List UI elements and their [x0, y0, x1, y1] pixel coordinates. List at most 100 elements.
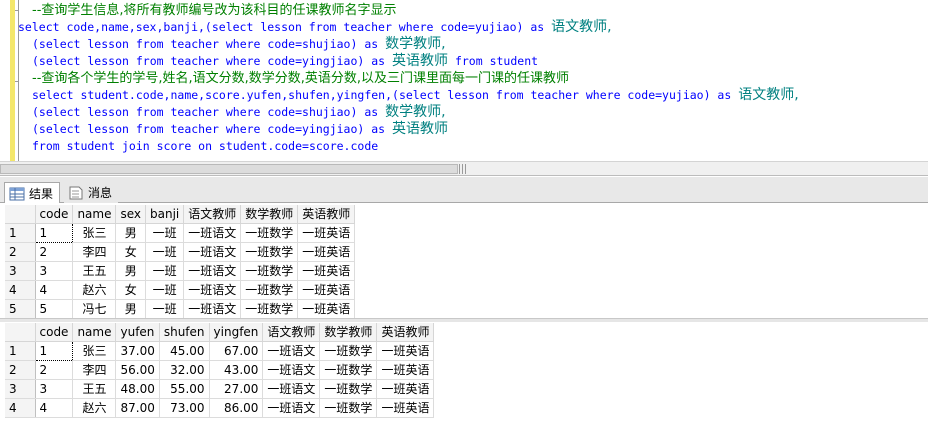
table-row[interactable]: 4 4 赵六 87.00 73.00 86.00 一班语文 一班数学 一班英语 [5, 398, 435, 418]
result-grid-scores[interactable]: code name yufen shufen yingfen 语文教师 数学教师 英语教师 1 1… [5, 323, 435, 418]
grid-cell[interactable]: 一班语文 [183, 280, 242, 300]
row-number[interactable]: 2 [5, 242, 36, 262]
grid-cell[interactable]: 73.00 [159, 398, 210, 418]
column-header[interactable]: 语文教师 [183, 205, 242, 224]
grid-cell[interactable]: 一班英语 [376, 341, 435, 361]
grid-cell[interactable]: 一班语文 [183, 242, 242, 262]
grid-cell[interactable]: 女 [115, 280, 147, 300]
splitter-grip[interactable] [459, 164, 468, 174]
column-header[interactable]: 语文教师 [262, 323, 321, 342]
grid-cell[interactable]: 一班 [145, 280, 185, 300]
grid-cell[interactable]: 男 [115, 299, 147, 319]
table-row[interactable]: 1 1 张三 37.00 45.00 67.00 一班语文 一班数学 一班英语 [5, 340, 435, 361]
row-number[interactable]: 3 [5, 261, 36, 281]
column-header[interactable]: yingfen [209, 323, 264, 342]
grid-cell[interactable]: 4 [35, 398, 74, 418]
grid-cell[interactable]: 67.00 [209, 341, 264, 361]
grid-cell[interactable]: 女 [115, 242, 147, 262]
grid-cell[interactable]: 一班英语 [297, 242, 356, 262]
grid-cell[interactable]: 1 [34, 222, 74, 243]
grid-cell[interactable]: 一班语文 [262, 341, 321, 361]
row-number[interactable]: 4 [5, 280, 36, 300]
grid-cell[interactable]: 一班英语 [297, 261, 356, 281]
column-header[interactable]: banji [145, 205, 185, 224]
grid-cell[interactable]: 冯七 [72, 299, 117, 319]
table-row[interactable]: 3 3 王五 48.00 55.00 27.00 一班语文 一班数学 一班英语 [5, 379, 435, 399]
grid-cell[interactable]: 5 [35, 299, 74, 319]
grid-corner[interactable] [5, 205, 36, 224]
column-header[interactable]: 数学教师 [240, 205, 299, 224]
table-row[interactable]: 5 5 冯七男一班 一班语文 一班数学 一班英语 [5, 299, 356, 319]
grid-cell[interactable]: 一班语文 [262, 360, 321, 380]
grid-cell[interactable]: 一班数学 [240, 299, 299, 319]
row-number[interactable]: 3 [5, 379, 36, 399]
grid-cell[interactable]: 一班数学 [319, 360, 378, 380]
tab-messages[interactable]: 消息 [64, 182, 119, 203]
grid-cell[interactable]: 一班语文 [183, 223, 242, 243]
grid-cell[interactable]: 赵六 [72, 398, 117, 418]
grid-cell[interactable]: 一班语文 [183, 261, 242, 281]
column-header[interactable]: name [72, 205, 117, 224]
grid-cell[interactable]: 王五 [72, 261, 117, 281]
tab-results[interactable]: 结果 [4, 182, 61, 204]
grid-cell[interactable]: 43.00 [209, 360, 264, 380]
scrollbar-thumb[interactable] [0, 164, 458, 174]
grid-cell[interactable]: 张三 [72, 341, 117, 361]
row-number[interactable]: 4 [5, 398, 36, 418]
grid-cell[interactable]: 2 [35, 242, 74, 262]
editor-horizontal-scrollbar[interactable] [0, 161, 928, 176]
grid-cell[interactable]: 86.00 [209, 398, 264, 418]
result-grid-students[interactable]: code name sex banji 语文教师 数学教师 英语教师 1 1 张三男一班 一班语文一… [5, 205, 356, 319]
grid-cell[interactable]: 男 [115, 261, 147, 281]
grid-cell[interactable]: 4 [35, 280, 74, 300]
grid-cell[interactable]: 一班数学 [240, 280, 299, 300]
grid-cell[interactable]: 一班英语 [376, 360, 435, 380]
grid-corner[interactable] [5, 323, 36, 342]
grid-cell[interactable]: 3 [35, 379, 74, 399]
row-number[interactable]: 1 [5, 341, 36, 361]
grid-cell[interactable]: 一班 [145, 242, 185, 262]
column-header[interactable]: 英语教师 [376, 323, 435, 342]
grid-cell[interactable]: 一班 [145, 261, 185, 281]
grid-cell[interactable]: 一班语文 [262, 379, 321, 399]
column-header[interactable]: code [35, 205, 74, 224]
grid-cell[interactable]: 45.00 [159, 341, 210, 361]
grid-cell[interactable]: 一班 [145, 223, 185, 243]
grid-cell[interactable]: 一班英语 [297, 223, 356, 243]
grid-cell[interactable]: 一班数学 [319, 398, 378, 418]
grid-cell[interactable]: 李四 [72, 242, 117, 262]
grid-cell[interactable]: 一班数学 [240, 261, 299, 281]
grid-cell[interactable]: 一班语文 [183, 299, 242, 319]
grid-cell[interactable]: 一班数学 [319, 379, 378, 399]
grid-cell[interactable]: 48.00 [115, 379, 160, 399]
grid-cell[interactable]: 一班英语 [297, 280, 356, 300]
column-header[interactable]: 数学教师 [319, 323, 378, 342]
column-header[interactable]: name [72, 323, 117, 342]
grid-cell[interactable]: 3 [35, 261, 74, 281]
table-row[interactable]: 2 2 李四 56.00 32.00 43.00 一班语文 一班数学 一班英语 [5, 360, 435, 380]
grid-cell[interactable]: 张三 [72, 223, 117, 243]
grid-cell[interactable]: 一班数学 [240, 242, 299, 262]
column-header[interactable]: shufen [159, 323, 210, 342]
grid-cell[interactable]: 32.00 [159, 360, 210, 380]
row-number[interactable]: 2 [5, 360, 36, 380]
grid-cell[interactable]: 赵六 [72, 280, 117, 300]
table-row[interactable]: 1 1 张三男一班 一班语文 一班数学 一班英语 [5, 222, 356, 243]
grid-cell[interactable]: 一班英语 [376, 398, 435, 418]
column-header[interactable]: code [35, 323, 74, 342]
table-row[interactable]: 4 4 赵六女一班 一班语文 一班数学 一班英语 [5, 280, 356, 300]
table-row[interactable]: 2 2 李四女一班 一班语文 一班数学 一班英语 [5, 242, 356, 262]
grid-cell[interactable]: 27.00 [209, 379, 264, 399]
grid-cell[interactable]: 一班英语 [297, 299, 356, 319]
grid-cell[interactable]: 男 [115, 223, 147, 243]
column-header[interactable]: 英语教师 [297, 205, 356, 224]
grid-cell[interactable]: 李四 [72, 360, 117, 380]
grid-cell[interactable]: 1 [34, 340, 74, 361]
grid-cell[interactable]: 一班数学 [240, 223, 299, 243]
table-row[interactable]: 3 3 王五男一班 一班语文 一班数学 一班英语 [5, 261, 356, 281]
row-number[interactable]: 1 [5, 223, 36, 243]
grid-cell[interactable]: 一班 [145, 299, 185, 319]
grid-cell[interactable]: 56.00 [115, 360, 160, 380]
grid-cell[interactable]: 2 [35, 360, 74, 380]
sql-editor[interactable]: --查询学生信息,将所有教师编号改为该科目的任课教师名字显示 select cod… [0, 0, 928, 162]
